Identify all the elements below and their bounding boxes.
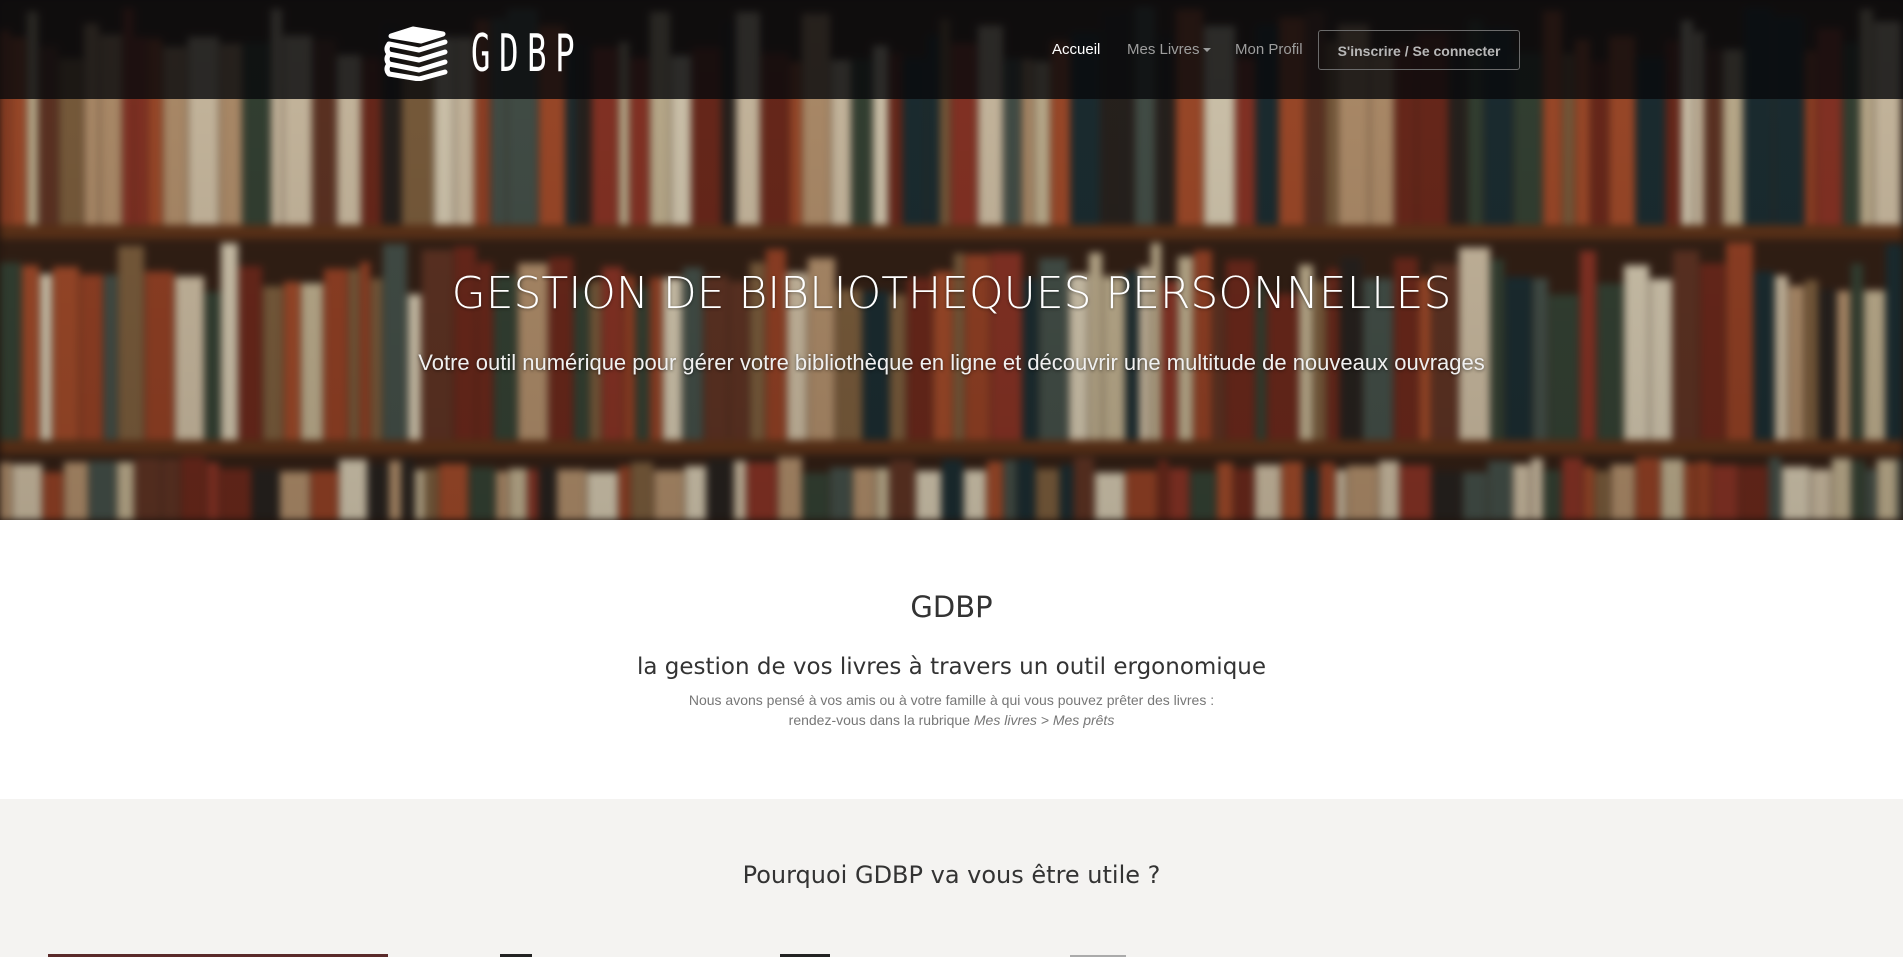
why-title: Pourquoi GDBP va vous être utile ? — [742, 861, 1161, 889]
intro-text-line2: rendez-vous dans la rubrique Mes livres … — [0, 710, 1903, 730]
hero-title: GESTION DE BIBLIOTHEQUES PERSONNELLES — [451, 268, 1452, 319]
intro-section: GDBP la gestion de vos livres à travers … — [0, 520, 1903, 799]
intro-text-line2-prefix: rendez-vous dans la rubrique — [788, 712, 974, 728]
top-navbar: GDBP Accueil Mes Livres Mon Profil S'ins… — [0, 0, 1903, 99]
intro-text: Nous avons pensé à vos amis ou à votre f… — [0, 690, 1903, 730]
intro-lead: la gestion de vos livres à travers un ou… — [636, 654, 1267, 680]
intro-text-line1: Nous avons pensé à vos amis ou à votre f… — [688, 692, 1215, 708]
nav-link-accueil[interactable]: Accueil — [1052, 41, 1100, 58]
hero-subtitle: Votre outil numérique pour gérer votre b… — [418, 350, 1485, 375]
intro-text-line2-path: Mes livres > Mes prêts — [973, 712, 1115, 728]
brand-logo[interactable]: GDBP — [383, 24, 584, 84]
brand-name: GDBP — [471, 24, 584, 84]
nav-link-mes-livres[interactable]: Mes Livres — [1127, 41, 1211, 58]
nav-link-mon-profil[interactable]: Mon Profil — [1235, 41, 1303, 58]
nav-link-mes-livres-label: Mes Livres — [1127, 41, 1200, 58]
caret-down-icon — [1202, 48, 1211, 53]
why-section: Pourquoi GDBP va vous être utile ? — [0, 799, 1903, 957]
books-stack-icon — [384, 26, 448, 81]
intro-title: GDBP — [910, 590, 993, 624]
signup-login-button[interactable]: S'inscrire / Se connecter — [1318, 30, 1520, 70]
